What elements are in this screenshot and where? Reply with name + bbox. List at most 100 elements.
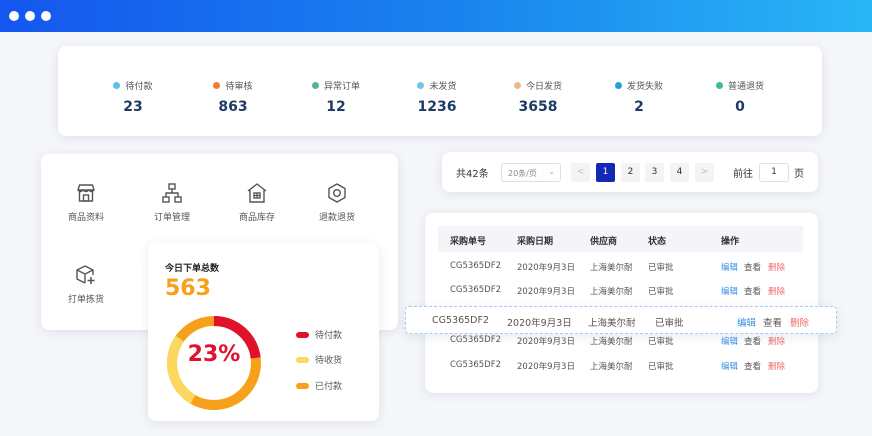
status-dot-icon	[715, 82, 723, 89]
stat-shipping-failed[interactable]: 发货失败 2	[594, 79, 684, 115]
goto-suffix: 页	[794, 169, 804, 180]
view-link[interactable]: 查看	[744, 285, 761, 297]
cell-order-id: CG5365DF2	[432, 315, 489, 326]
legend-label: 已付款	[315, 382, 343, 392]
cell-order-id: CG5365DF2	[450, 360, 501, 370]
menu-item-refunds[interactable]: 退款退货	[297, 182, 377, 223]
legend-label: 待付款	[315, 331, 343, 341]
window-dot-icon[interactable]	[41, 11, 51, 21]
edit-link[interactable]: 编辑	[721, 360, 738, 372]
status-dot-icon	[213, 82, 221, 89]
legend-swatch	[296, 356, 309, 363]
stat-shipped-today[interactable]: 今日发货 3658	[493, 79, 583, 115]
window-dot-icon[interactable]	[9, 11, 19, 21]
chevron-down-icon: ⌄	[548, 167, 555, 176]
menu-label: 订单管理	[153, 213, 190, 223]
order-stats-card: 待付款 23 待审核 863 异常订单 12 未发货 1236 今日发货 365…	[58, 46, 822, 136]
stat-label: 异常订单	[323, 82, 360, 92]
stat-label: 发货失败	[626, 82, 663, 92]
legend-label: 待收货	[315, 356, 343, 366]
next-page-button[interactable]: >	[695, 163, 714, 182]
cell-status: 已审批	[648, 287, 674, 297]
stat-value: 12	[326, 99, 346, 115]
orders-count: 563	[165, 276, 211, 301]
column-header: 供应商	[590, 237, 618, 247]
delete-link[interactable]: 删除	[768, 261, 785, 273]
stat-label: 今日发货	[525, 82, 562, 92]
goto-page-input[interactable]: 1	[759, 163, 789, 182]
table-header: 采购单号 采购日期 供应商 状态 操作	[438, 226, 803, 252]
window-dot-icon[interactable]	[25, 11, 35, 21]
page-button-3[interactable]: 3	[645, 163, 664, 182]
cell-order-id: CG5365DF2	[450, 261, 501, 271]
cell-supplier: 上海美尔耐	[590, 287, 633, 297]
stat-value: 3658	[518, 99, 558, 115]
cell-date: 2020年9月3日	[507, 318, 572, 329]
stat-regular-returns[interactable]: 普通退货 0	[695, 79, 785, 115]
stat-pending-review[interactable]: 待审核 863	[188, 79, 278, 115]
menu-label: 打单拣货	[67, 295, 104, 305]
page-size-value: 20条/页	[508, 169, 537, 178]
pagination-bar: 共42条 20条/页 ⌄ < 1 2 3 4 > 前往 1 页	[442, 152, 818, 192]
edit-link[interactable]: 编辑	[721, 335, 738, 347]
menu-label: 退款退货	[318, 213, 355, 223]
stat-value: 1236	[417, 99, 457, 115]
cell-order-id: CG5365DF2	[450, 335, 501, 345]
menu-item-orders[interactable]: 订单管理	[132, 182, 212, 223]
cell-supplier: 上海美尔耐	[588, 318, 636, 329]
view-link[interactable]: 查看	[763, 315, 782, 329]
view-link[interactable]: 查看	[744, 360, 761, 372]
stat-not-shipped[interactable]: 未发货 1236	[392, 79, 482, 115]
delete-link[interactable]: 删除	[768, 360, 785, 372]
stat-pending-payment[interactable]: 待付款 23	[88, 79, 178, 115]
cell-supplier: 上海美尔耐	[590, 337, 633, 347]
status-dot-icon	[113, 82, 121, 89]
page-size-select[interactable]: 20条/页 ⌄	[501, 163, 561, 182]
menu-label: 商品资料	[67, 213, 104, 223]
edit-link[interactable]: 编辑	[721, 285, 738, 297]
cell-date: 2020年9月3日	[517, 337, 575, 347]
status-dot-icon	[417, 82, 425, 89]
page-button-4[interactable]: 4	[670, 163, 689, 182]
view-link[interactable]: 查看	[744, 335, 761, 347]
shop-icon	[77, 184, 95, 202]
status-dot-icon	[311, 82, 319, 89]
edit-link[interactable]: 编辑	[737, 315, 756, 329]
pagination-total: 共42条	[456, 169, 489, 180]
legend-item-pending: 待付款	[296, 328, 342, 341]
cell-supplier: 上海美尔耐	[590, 362, 633, 372]
menu-item-inventory[interactable]: 商品库存	[217, 182, 297, 223]
prev-page-button[interactable]: <	[571, 163, 590, 182]
stat-label: 普通退货	[727, 82, 764, 92]
stat-value: 2	[634, 99, 644, 115]
page-button-1[interactable]: 1	[596, 163, 615, 182]
delete-link[interactable]: 删除	[790, 315, 809, 329]
menu-item-products[interactable]: 商品资料	[46, 182, 126, 223]
column-header: 采购日期	[517, 237, 554, 247]
cell-date: 2020年9月3日	[517, 362, 575, 372]
column-header: 操作	[721, 237, 740, 247]
edit-link[interactable]: 编辑	[721, 261, 738, 273]
page-button-2[interactable]: 2	[621, 163, 640, 182]
stat-label: 未发货	[429, 82, 457, 92]
table-row-highlighted[interactable]: CG5365DF2 2020年9月3日 上海美尔耐 已审批 编辑 查看 删除	[405, 306, 837, 334]
stat-value: 23	[123, 99, 143, 115]
purchase-table-card: 采购单号 采购日期 供应商 状态 操作 CG5365DF2 2020年9月3日 …	[425, 213, 818, 393]
package-add-icon	[76, 265, 95, 284]
view-link[interactable]: 查看	[744, 261, 761, 273]
status-dot-icon	[614, 82, 622, 89]
delete-link[interactable]: 删除	[768, 335, 785, 347]
cell-status: 已审批	[648, 362, 674, 372]
delete-link[interactable]: 删除	[768, 285, 785, 297]
cell-order-id: CG5365DF2	[450, 285, 501, 295]
legend-item-to-receive: 待收货	[296, 353, 342, 366]
cell-status: 已审批	[648, 337, 674, 347]
column-header: 采购单号	[450, 237, 487, 247]
menu-item-picking[interactable]: 打单拣货	[46, 264, 126, 305]
status-dot-icon	[513, 82, 521, 89]
cell-date: 2020年9月3日	[517, 287, 575, 297]
table-row: CG5365DF2 2020年9月3日 上海美尔耐 已审批 编辑 查看 删除	[438, 354, 803, 378]
stat-label: 待审核	[225, 82, 253, 92]
stat-abnormal-orders[interactable]: 异常订单 12	[291, 79, 381, 115]
stat-value: 863	[218, 99, 248, 115]
